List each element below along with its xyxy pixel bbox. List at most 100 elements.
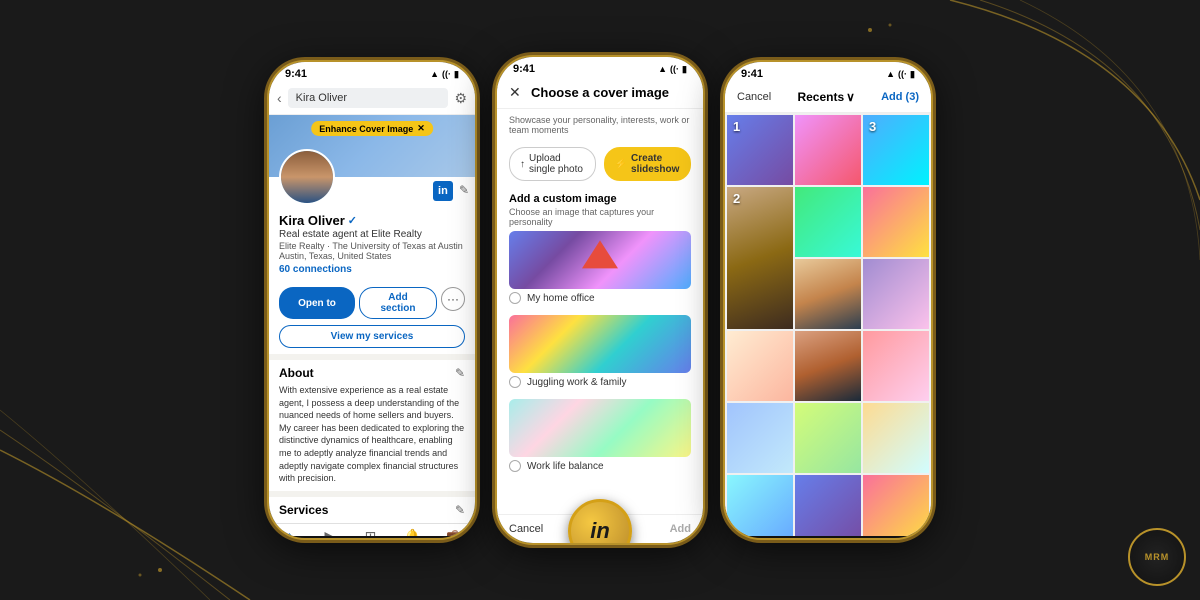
about-title: About (279, 366, 314, 380)
profile-name: Kira Oliver ✓ (279, 213, 465, 228)
services-edit-icon[interactable]: ✎ (455, 503, 465, 517)
add-section-button[interactable]: Add section (359, 287, 437, 319)
phones-container: 9:41 ▲ ((· ▮ ‹ Kira Oliver ⚙ Enhance Cov… (267, 55, 933, 545)
network-icon: ⊞ (365, 528, 377, 536)
photo-cell-13[interactable] (795, 403, 861, 473)
photo-cell-8[interactable] (863, 259, 929, 329)
signal-icon-2: ((· (670, 64, 679, 74)
services-title: Services (279, 503, 328, 517)
photo-number-2: 2 (733, 191, 740, 206)
photo-cell-10[interactable] (795, 331, 861, 401)
nav-home[interactable]: ⌂ Home (269, 528, 310, 536)
radio-option-3[interactable] (509, 460, 521, 472)
upload-single-button[interactable]: ↑ Upload single photo (509, 147, 596, 181)
status-time-2: 9:41 (513, 63, 535, 75)
edit-profile-icon[interactable]: ✎ (459, 183, 469, 211)
battery-icon: ▮ (454, 69, 459, 80)
photo-grid: 1 3 2 (725, 113, 931, 536)
gallery-cancel-button[interactable]: Cancel (737, 91, 771, 103)
profile-title: Real estate agent at Elite Realty (279, 229, 465, 240)
image-option-1[interactable]: My home office (509, 231, 691, 307)
about-section-header: About ✎ (279, 366, 465, 380)
cover-image: Enhance Cover Image ✕ (269, 115, 475, 177)
radio-option-2[interactable] (509, 376, 521, 388)
cover-image-subtitle: Showcase your personality, interests, wo… (497, 109, 703, 141)
wifi-icon: ▲ (430, 69, 439, 79)
option-label-3: Work life balance (527, 461, 604, 472)
services-section-header: Services ✎ (279, 503, 465, 517)
gallery-header: Cancel Recents ∨ Add (3) (725, 82, 931, 113)
bottom-nav: ⌂ Home ▶ Video ⊞ My Network 🔔 Notificati… (269, 523, 475, 536)
photo-cell-5[interactable] (795, 187, 861, 257)
search-input[interactable]: Kira Oliver (288, 88, 449, 108)
cover-image-header: ✕ Choose a cover image (497, 77, 703, 109)
recents-dropdown[interactable]: Recents ∨ (797, 90, 854, 104)
photo-cell-17[interactable] (863, 475, 929, 536)
about-edit-icon[interactable]: ✎ (455, 366, 465, 380)
photo-cell-16[interactable] (795, 475, 861, 536)
watermark-text: MRM (1145, 552, 1170, 562)
photo-cell-6[interactable] (863, 187, 929, 257)
avatar-image (281, 151, 333, 203)
briefcase-icon: 💼 (446, 528, 463, 536)
status-bar-3: 9:41 ▲ ((· ▮ (725, 62, 931, 82)
image-preview-3 (509, 399, 691, 457)
screen-3: Cancel Recents ∨ Add (3) 1 3 (725, 82, 931, 536)
photo-cell-12[interactable] (727, 403, 793, 473)
avatar-wrap (279, 149, 335, 205)
name-text: Kira Oliver (279, 213, 345, 228)
bell-icon: 🔔 (404, 528, 421, 536)
avatar (279, 149, 335, 205)
gear-icon[interactable]: ⚙ (454, 90, 467, 107)
view-services-button[interactable]: View my services (279, 325, 465, 348)
nav-notifications[interactable]: 🔔 Notifications (391, 528, 435, 536)
close-icon[interactable]: ✕ (417, 123, 425, 134)
video-icon: ▶ (325, 528, 336, 536)
back-arrow-icon[interactable]: ‹ (277, 90, 282, 106)
image-options: My home office Juggling work & family (497, 231, 703, 475)
image-preview-2 (509, 315, 691, 373)
image-option-3[interactable]: Work life balance (509, 399, 691, 475)
add-button[interactable]: Add (670, 523, 691, 535)
home-icon: ⌂ (285, 528, 293, 536)
signal-icon-3: ((· (898, 69, 907, 79)
photo-cell-2[interactable] (795, 115, 861, 185)
photo-cell-3[interactable]: 3 (863, 115, 929, 185)
close-button[interactable]: ✕ (509, 84, 521, 101)
status-time-3: 9:41 (741, 68, 763, 80)
phone-1-linkedin-profile: 9:41 ▲ ((· ▮ ‹ Kira Oliver ⚙ Enhance Cov… (267, 60, 477, 540)
photo-cell-9[interactable] (727, 331, 793, 401)
connections-count[interactable]: 60 connections (279, 264, 465, 275)
create-slideshow-button[interactable]: ⚡ Create slideshow (604, 147, 691, 181)
photo-cell-1[interactable]: 1 (727, 115, 793, 185)
nav-jobs[interactable]: 💼 Jobs (434, 528, 475, 536)
open-to-button[interactable]: Open to (279, 287, 355, 319)
photo-cell-4-tall[interactable]: 2 (727, 187, 793, 329)
linkedin-badge: in (433, 181, 453, 201)
verified-badge: ✓ (348, 214, 357, 227)
radio-row-3: Work life balance (509, 457, 691, 475)
status-icons-1: ▲ ((· ▮ (430, 69, 459, 80)
radio-option-1[interactable] (509, 292, 521, 304)
image-option-2[interactable]: Juggling work & family (509, 315, 691, 391)
nav-video[interactable]: ▶ Video (310, 528, 351, 536)
nav-network[interactable]: ⊞ My Network (350, 528, 391, 536)
phone-2-choose-cover: 9:41 ▲ ((· ▮ ✕ Choose a cover image Show… (495, 55, 705, 545)
chevron-down-icon: ∨ (846, 90, 855, 104)
more-options-button[interactable]: ··· (441, 287, 465, 311)
cancel-button[interactable]: Cancel (509, 523, 543, 535)
upload-buttons: ↑ Upload single photo ⚡ Create slideshow (497, 141, 703, 187)
photo-cell-7[interactable] (795, 259, 861, 329)
battery-icon-2: ▮ (682, 64, 687, 75)
photo-cell-11[interactable] (863, 331, 929, 401)
enhance-badge[interactable]: Enhance Cover Image ✕ (311, 121, 433, 136)
search-bar: ‹ Kira Oliver ⚙ (269, 82, 475, 115)
gallery-add-button[interactable]: Add (3) (881, 91, 919, 103)
status-bar-2: 9:41 ▲ ((· ▮ (497, 57, 703, 77)
upload-label: Upload single photo (529, 153, 585, 175)
services-section: Services ✎ (269, 491, 475, 523)
status-bar-1: 9:41 ▲ ((· ▮ (269, 62, 475, 82)
signal-icon: ((· (442, 69, 451, 79)
photo-cell-14[interactable] (863, 403, 929, 473)
photo-cell-15[interactable] (727, 475, 793, 536)
